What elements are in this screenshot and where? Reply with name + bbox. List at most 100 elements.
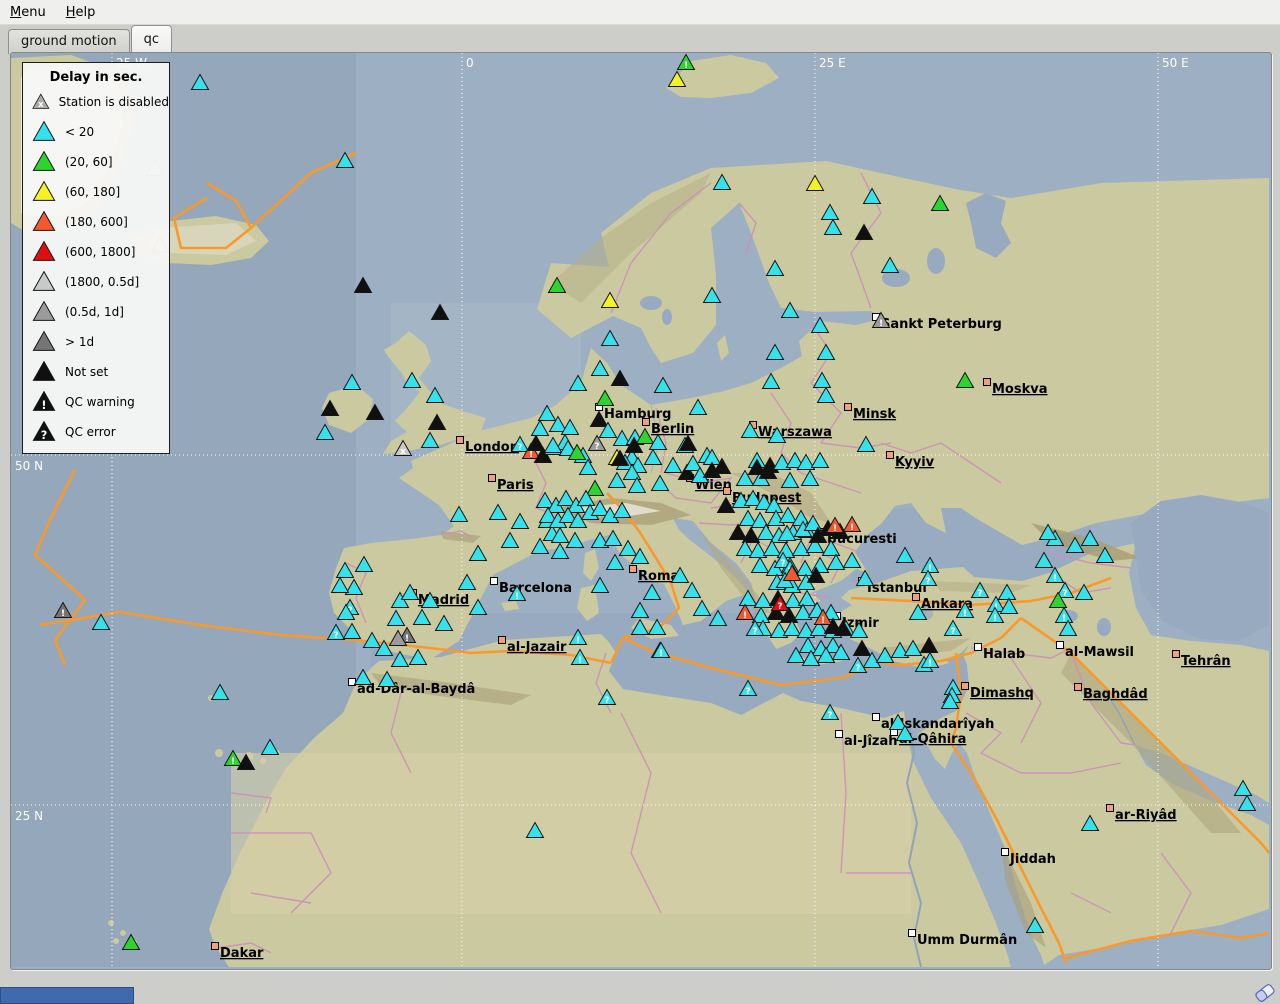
station-mark: ? <box>517 443 522 453</box>
station-mark: ! <box>1062 614 1066 624</box>
meridian-label: 50 E <box>1162 56 1189 70</box>
city-marker <box>984 379 991 386</box>
city-label: ad-Dâr-al-Baydâ <box>357 682 475 697</box>
legend-triangle-icon <box>31 360 57 384</box>
station-mark: ? <box>41 429 48 442</box>
station-mark: ! <box>659 649 663 659</box>
city-marker <box>212 943 219 950</box>
city-marker <box>499 637 506 644</box>
station-mark: ! <box>993 614 997 624</box>
city-marker <box>873 714 880 721</box>
legend-item: ! QC warning <box>23 387 169 417</box>
station-mark: x <box>38 99 44 109</box>
legend-triangle-icon: ! <box>31 390 57 414</box>
legend-triangle[interactable] <box>33 272 54 291</box>
city-marker <box>724 488 731 495</box>
station-mark: ! <box>833 524 837 534</box>
legend-triangle[interactable] <box>33 332 54 351</box>
legend-triangle-icon <box>31 330 57 354</box>
legend-item: < 20 <box>23 117 169 147</box>
city-marker <box>1075 684 1082 691</box>
city-label: Hamburg <box>604 407 671 422</box>
legend-item-label: (600, 1800] <box>65 245 135 259</box>
station-mark: ! <box>515 592 519 602</box>
station-mark: ! <box>41 399 46 412</box>
station-mark: ! <box>576 636 580 646</box>
legend-triangle[interactable]: ! <box>33 392 54 412</box>
map-canvas[interactable]: 25 W025 E50 E50 N25 N LondonParisMadridB… <box>10 52 1272 970</box>
legend-triangle[interactable] <box>33 302 54 321</box>
station-mark: ? <box>777 602 782 612</box>
legend-triangle[interactable] <box>33 242 54 261</box>
station-mark: ! <box>963 609 967 619</box>
legend-triangle-icon <box>31 300 57 324</box>
city-marker <box>836 731 843 738</box>
legend-item-label: > 1d <box>65 335 94 349</box>
legend-item-label: (1800, 0.5d] <box>65 275 139 289</box>
city-label: Moskva <box>992 382 1048 397</box>
legend-item: (20, 60] <box>23 147 169 177</box>
meridian-label: 0 <box>466 56 474 70</box>
legend-item-label: QC warning <box>65 395 135 409</box>
legend-item: > 1d <box>23 327 169 357</box>
city-label: Warszawa <box>758 425 832 440</box>
legend-item-label: (60, 180] <box>65 185 120 199</box>
menu-item-help[interactable]: Help <box>56 3 106 22</box>
legend-item-label: (20, 60] <box>65 155 113 169</box>
city-label: al-Mawsil <box>1065 645 1134 660</box>
legend-item: (60, 180] <box>23 177 169 207</box>
station-mark: ! <box>529 450 533 460</box>
legend-item: Not set <box>23 357 169 387</box>
legend-triangle[interactable] <box>33 212 54 231</box>
tab-ground-motion[interactable]: ground motion <box>8 29 130 54</box>
legend-triangle[interactable] <box>33 362 54 381</box>
city-label: Sankt Peterburg <box>881 317 1002 332</box>
message-progress-bar <box>0 987 134 1004</box>
delay-legend: Delay in sec. x Station is disabled < 20 (2… <box>22 62 170 454</box>
legend-item: (0.5d, 1d] <box>23 297 169 327</box>
legend-triangle[interactable]: x <box>33 94 49 109</box>
legend-item-label: QC error <box>65 425 116 439</box>
legend-item: (600, 1800] <box>23 237 169 267</box>
station-mark: ! <box>1053 574 1057 584</box>
city-marker <box>1002 849 1009 856</box>
legend-item: (1800, 0.5d] <box>23 267 169 297</box>
station-mark: ? <box>827 711 832 721</box>
legend-item-label: Station is disabled <box>59 95 169 109</box>
tab-qc[interactable]: qc <box>131 25 172 52</box>
menu-item-menu[interactable]: Menu <box>0 3 56 22</box>
city-label: Paris <box>497 478 534 493</box>
legend-item-label: Not set <box>65 365 108 379</box>
legend-triangle[interactable] <box>33 122 54 141</box>
station-mark: x <box>400 447 406 457</box>
legend-triangle[interactable] <box>33 182 54 201</box>
city-label: Dimashq <box>970 686 1034 701</box>
station-mark: ! <box>578 656 582 666</box>
city-marker <box>643 419 650 426</box>
station-mark: ! <box>405 634 409 644</box>
city-label: Baghdâd <box>1083 687 1148 702</box>
legend-triangle-icon <box>31 270 57 294</box>
connection-status-icon <box>1252 982 1278 1004</box>
legend-triangle[interactable]: ? <box>33 422 54 442</box>
city-label: Jiddah <box>1009 852 1056 867</box>
city-marker <box>913 594 920 601</box>
city-marker <box>1057 642 1064 649</box>
station-mark: ? <box>780 559 785 569</box>
legend-item: (180, 600] <box>23 207 169 237</box>
legend-item-label: (180, 600] <box>65 215 128 229</box>
station-mark: ! <box>684 61 688 71</box>
city-label: Tehrân <box>1181 654 1231 669</box>
city-marker <box>457 437 464 444</box>
station-mark: ? <box>925 577 930 587</box>
city-label: Umm Durmân <box>917 933 1017 948</box>
legend-triangle[interactable] <box>33 152 54 171</box>
station-mark: ! <box>821 616 825 626</box>
app-window: { "menu": { "items": [ { "label": "Menu"… <box>0 0 1280 1004</box>
city-label: Dakar <box>220 946 264 961</box>
station-mark: ! <box>879 319 883 329</box>
city-marker <box>1107 805 1114 812</box>
station-mark: ? <box>594 442 599 452</box>
station-mark: ? <box>745 687 750 697</box>
legend-title: Delay in sec. <box>23 63 169 87</box>
